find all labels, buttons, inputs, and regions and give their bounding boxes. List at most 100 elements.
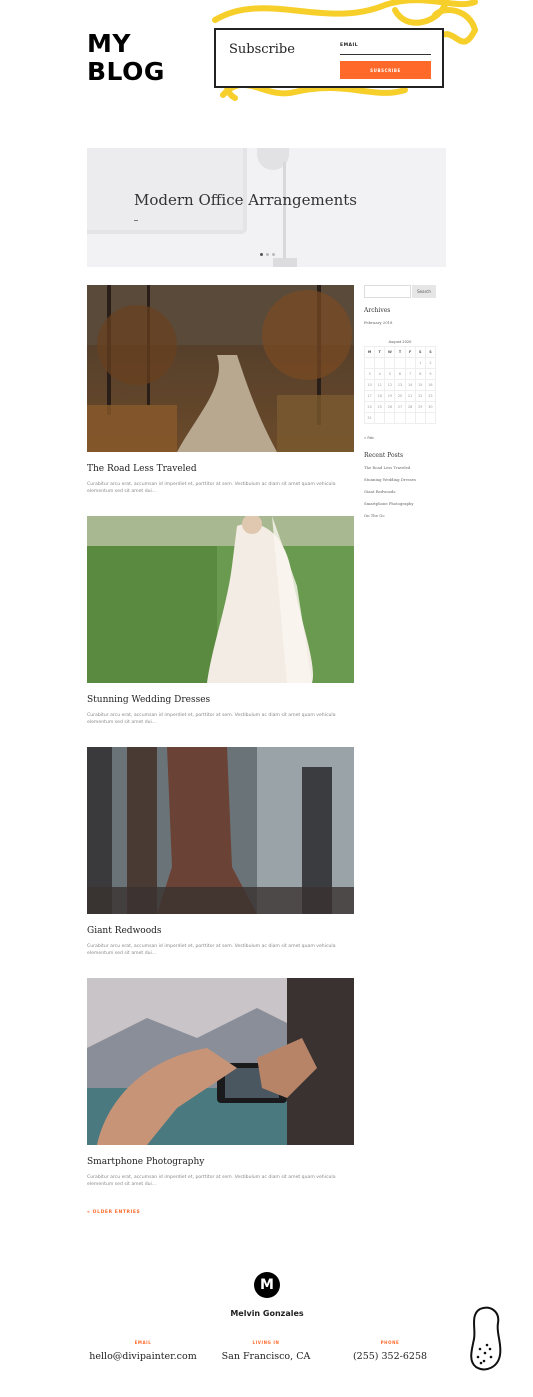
post-image-smartphone[interactable] [87, 978, 354, 1145]
post-image-road[interactable] [87, 285, 354, 452]
calendar-day: 8 [414, 368, 426, 380]
calendar-day [394, 357, 406, 369]
subscribe-title: Subscribe [229, 42, 295, 57]
weekday-header: W [384, 346, 396, 358]
monitor-screen [87, 148, 243, 230]
post-title[interactable]: Smartphone Photography [87, 1157, 204, 1167]
featured-slider[interactable]: Modern Office Arrangements [87, 148, 446, 267]
recent-posts-heading: Recent Posts [364, 452, 404, 459]
logo-line-2: BLOG [87, 57, 165, 86]
older-entries-link[interactable]: « OLDER ENTRIES [87, 1210, 140, 1215]
footer-location-value: San Francisco, CA [221, 1351, 311, 1362]
calendar-day: 25 [374, 401, 386, 413]
calendar-day [394, 412, 406, 424]
recent-post-link[interactable]: On The Go [364, 513, 385, 518]
lamp-pole [283, 162, 286, 267]
recent-post-link[interactable]: Smartphone Photography [364, 501, 414, 506]
calendar-day: 24 [363, 401, 376, 413]
post-excerpt: Curabitur arcu erat, accumsan id imperdi… [87, 482, 336, 494]
post-excerpt: Curabitur arcu erat, accumsan id imperdi… [87, 713, 336, 725]
weekday-header: T [374, 346, 386, 358]
slide-title[interactable]: Modern Office Arrangements [134, 191, 357, 209]
calendar-day: 23 [424, 390, 437, 402]
weekday-header: M [363, 346, 376, 358]
calendar-table: M T W T F S S 12 3456789 10 11 12 13 14 15 16 … [363, 346, 437, 424]
calendar-day: 21 [404, 390, 416, 402]
calendar-day: 10 [363, 379, 376, 391]
email-field[interactable] [340, 54, 431, 55]
calendar-prev-link[interactable]: « Feb [364, 436, 374, 440]
footer-phone-label: PHONE [380, 1340, 400, 1345]
post-image-wedding[interactable] [87, 516, 354, 683]
footer-phone-value[interactable]: (255) 352-6258 [330, 1351, 450, 1362]
slide-divider [134, 220, 138, 221]
calendar-day: 28 [404, 401, 416, 413]
footer-email-value[interactable]: hello@divipainter.com [83, 1351, 203, 1362]
calendar-day [424, 412, 437, 424]
calendar-day: 22 [414, 390, 426, 402]
subscribe-box: Subscribe EMAIL SUBSCRIBE [214, 28, 444, 88]
calendar-day: 18 [374, 390, 386, 402]
calendar-day [414, 412, 426, 424]
site-logo[interactable]: MY BLOG [87, 30, 165, 86]
slider-dot-1[interactable] [260, 253, 263, 256]
archives-heading: Archives [364, 307, 391, 314]
logo-line-1: MY [87, 29, 131, 58]
calendar-day: 1 [414, 357, 426, 369]
calendar-day: 29 [414, 401, 426, 413]
calendar-day [384, 357, 396, 369]
weekday-header: S [414, 346, 426, 358]
calendar-day [374, 412, 386, 424]
calendar-day [374, 357, 386, 369]
sidebar-search-button[interactable]: Search [412, 285, 436, 298]
calendar-day: 26 [384, 401, 396, 413]
slider-dot-3[interactable] [272, 253, 275, 256]
post-image-redwoods[interactable] [87, 747, 354, 914]
post-title[interactable]: Stunning Wedding Dresses [87, 695, 210, 705]
calendar-caption: August 2020 [388, 340, 412, 344]
email-label: EMAIL [340, 43, 359, 48]
weekday-header: T [394, 346, 406, 358]
footer-logo: M [254, 1272, 280, 1298]
calendar-day [363, 357, 376, 369]
lamp-base [273, 258, 297, 267]
recent-post-link[interactable]: Giant Redwoods [364, 489, 395, 494]
calendar-day: 2 [424, 357, 437, 369]
calendar-day: 9 [424, 368, 437, 380]
decorative-doodle-icon [470, 1306, 502, 1371]
calendar-day: 5 [384, 368, 396, 380]
calendar-day: 15 [414, 379, 426, 391]
calendar-day: 6 [394, 368, 406, 380]
calendar-day: 31 [363, 412, 376, 424]
calendar-day: 3 [363, 368, 376, 380]
archive-link[interactable]: February 2018 [364, 320, 392, 325]
calendar-day: 17 [363, 390, 376, 402]
calendar-day [404, 357, 416, 369]
footer-author-name: Melvin Gonzales [230, 1309, 304, 1318]
calendar-day: 30 [424, 401, 437, 413]
footer-email-label: EMAIL [134, 1340, 152, 1345]
calendar-day: 4 [374, 368, 386, 380]
calendar-day: 11 [374, 379, 386, 391]
calendar-day: 19 [384, 390, 396, 402]
calendar-day: 27 [394, 401, 406, 413]
slider-dot-2[interactable] [266, 253, 269, 256]
calendar-day: 20 [394, 390, 406, 402]
recent-post-link[interactable]: Stunning Wedding Dresses [364, 477, 416, 482]
calendar-day [384, 412, 396, 424]
recent-post-link[interactable]: The Road Less Traveled [364, 465, 410, 470]
footer-location-label: LIVING IN [252, 1340, 280, 1345]
post-excerpt: Curabitur arcu erat, accumsan id imperdi… [87, 944, 336, 956]
calendar-day: 16 [424, 379, 437, 391]
post-excerpt: Curabitur arcu erat, accumsan id imperdi… [87, 1175, 336, 1187]
subscribe-button[interactable]: SUBSCRIBE [340, 61, 431, 79]
calendar-day: 12 [384, 379, 396, 391]
weekday-header: S [424, 346, 437, 358]
sidebar-search-input[interactable] [364, 285, 411, 298]
weekday-header: F [404, 346, 416, 358]
calendar-day: 7 [404, 368, 416, 380]
calendar-day: 14 [404, 379, 416, 391]
post-title[interactable]: The Road Less Traveled [87, 464, 197, 474]
calendar-day [404, 412, 416, 424]
post-title[interactable]: Giant Redwoods [87, 926, 162, 936]
